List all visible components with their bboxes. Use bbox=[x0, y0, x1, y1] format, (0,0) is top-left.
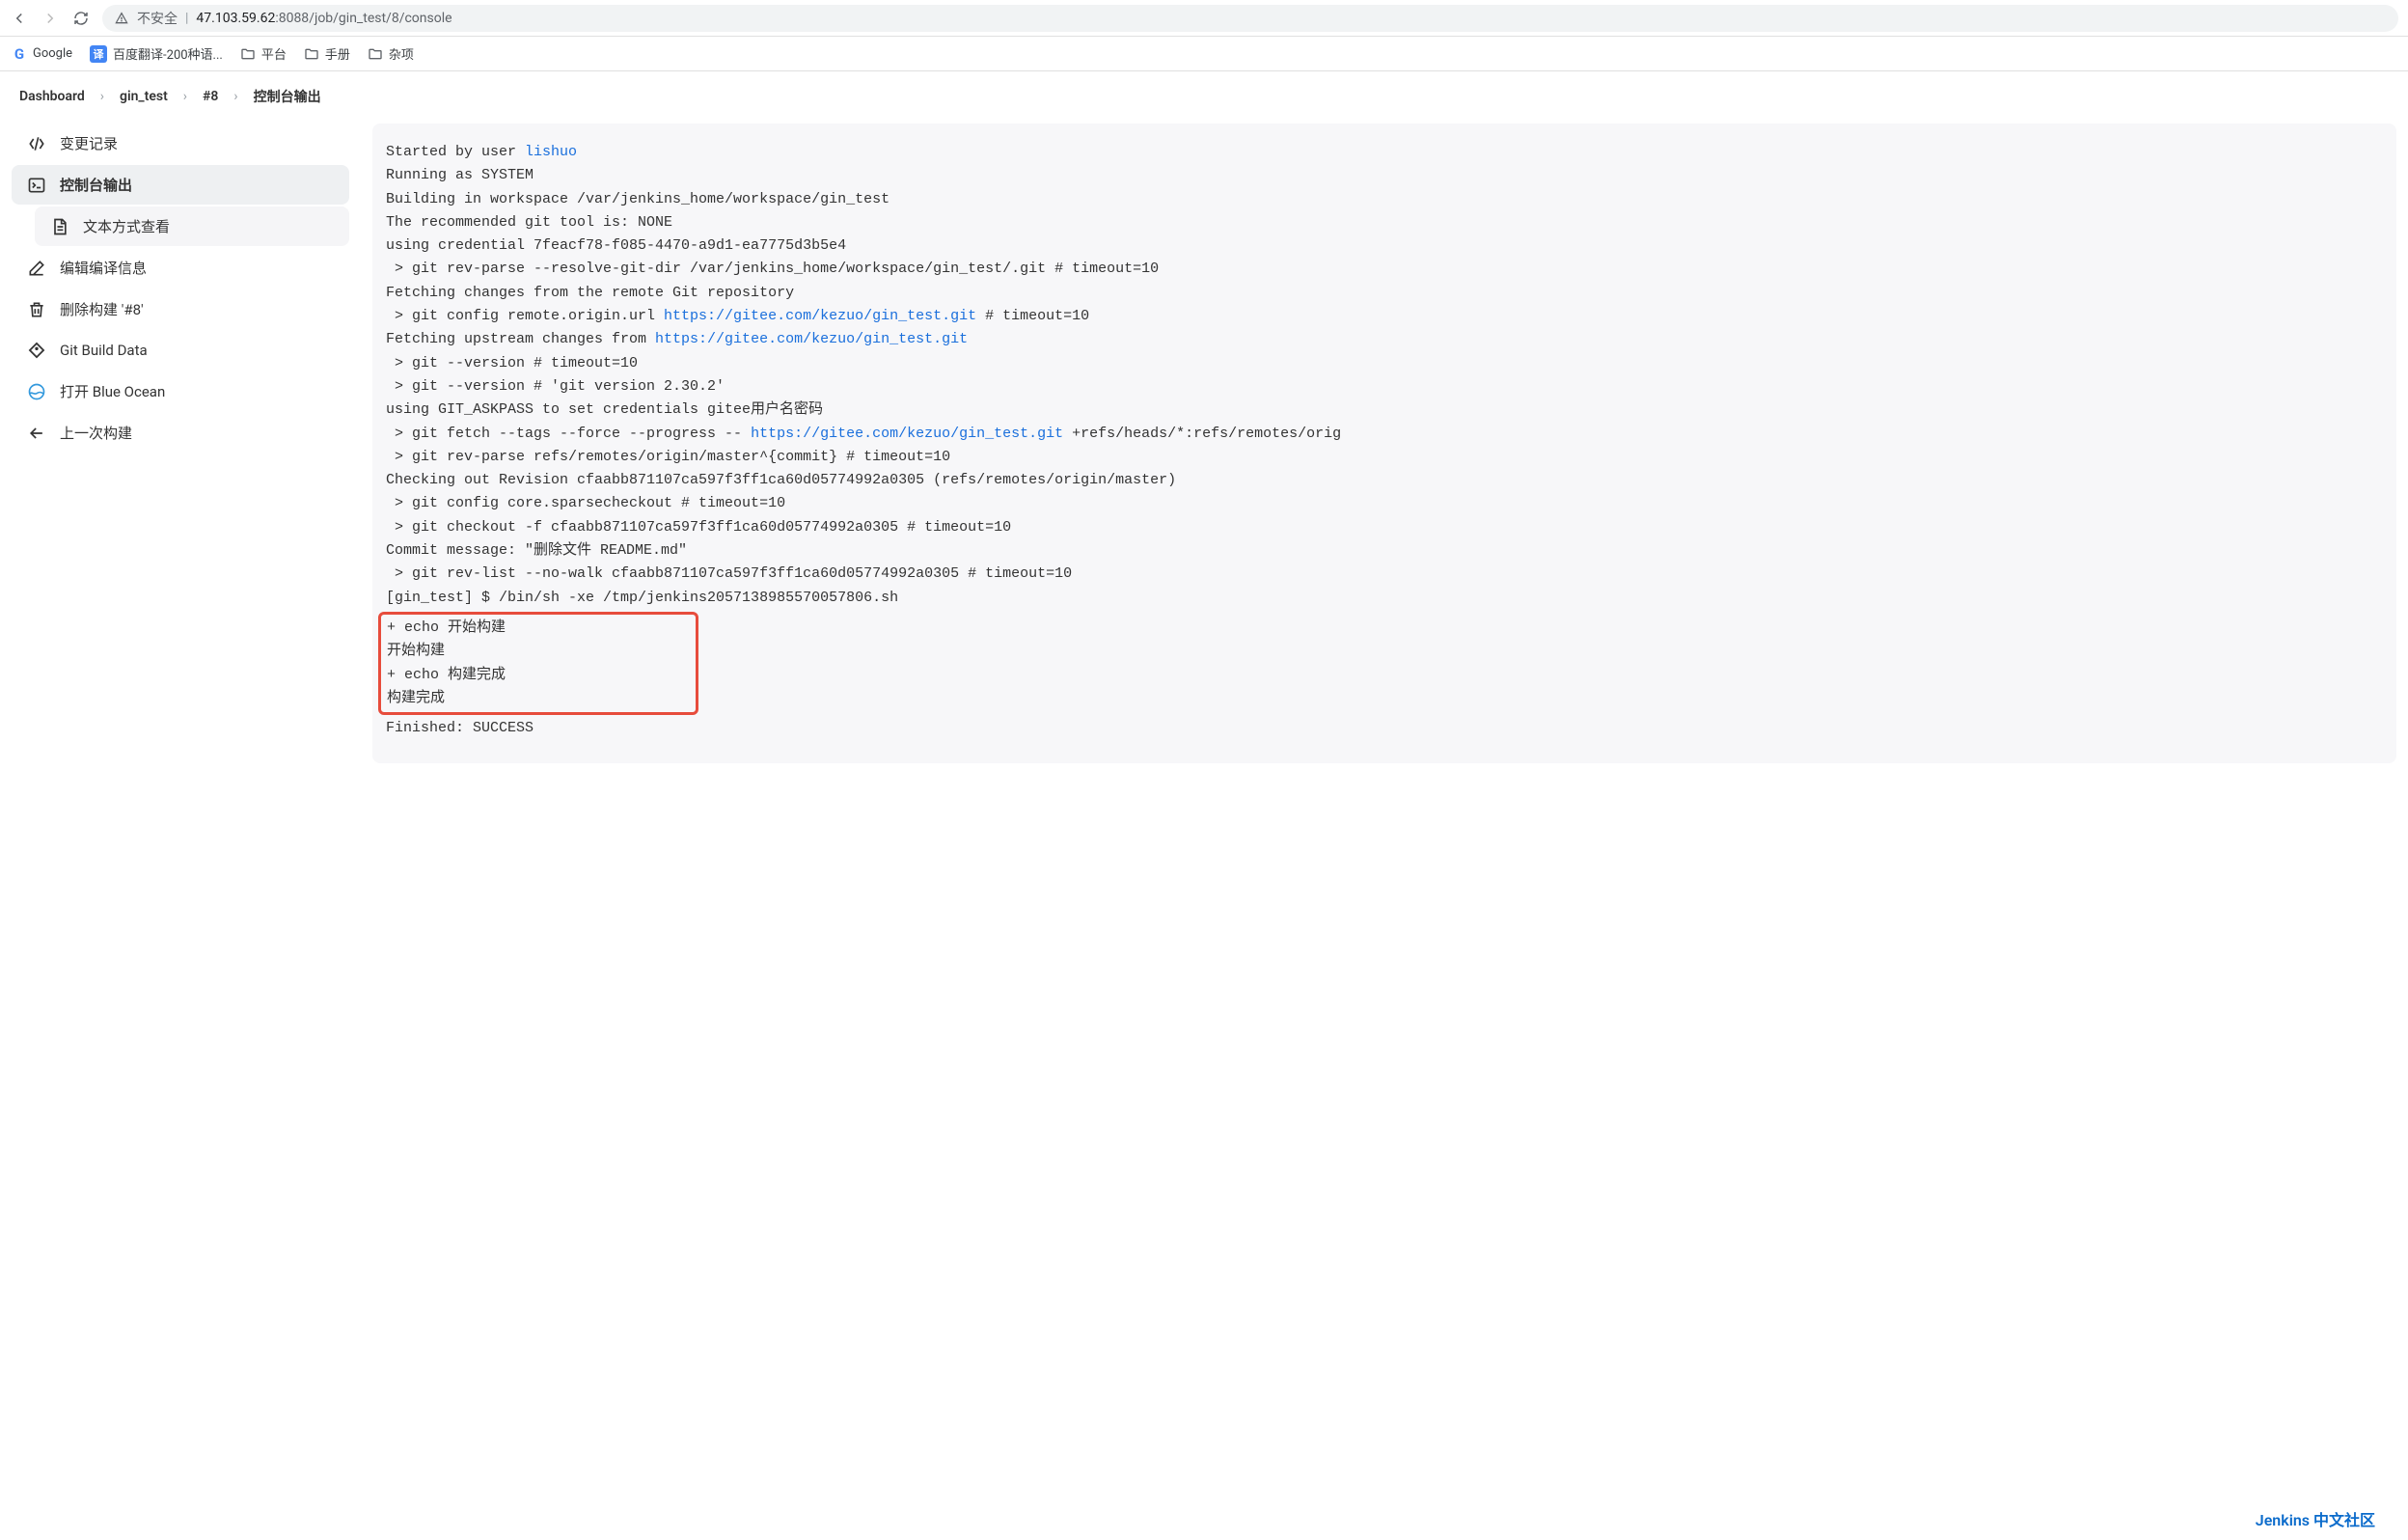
highlighted-output: + echo 开始构建 开始构建 + echo 构建完成 构建完成 bbox=[378, 612, 698, 715]
bookmarks-bar: G Google 译 百度翻译-200种语... 平台 手册 杂项 bbox=[0, 37, 2408, 71]
breadcrumb-build[interactable]: #8 bbox=[195, 85, 226, 108]
google-icon: G bbox=[12, 46, 27, 62]
bookmark-platform[interactable]: 平台 bbox=[240, 44, 287, 63]
insecure-label: 不安全 bbox=[137, 9, 178, 28]
user-link[interactable]: lishuo bbox=[525, 144, 577, 160]
git-icon bbox=[27, 341, 46, 360]
console-output[interactable]: Started by user lishuo Running as SYSTEM… bbox=[372, 141, 2396, 740]
sidebar-item-label: 上一次构建 bbox=[60, 423, 132, 443]
back-nav-icon[interactable] bbox=[10, 9, 29, 28]
sidebar-item-edit-build[interactable]: 编辑编译信息 bbox=[12, 248, 349, 288]
document-icon bbox=[50, 217, 69, 236]
insecure-icon bbox=[114, 11, 129, 26]
bookmark-google[interactable]: G Google bbox=[12, 46, 72, 62]
address-bar[interactable]: 不安全 | 47.103.59.62:8088/job/gin_test/8/c… bbox=[102, 5, 2398, 32]
sidebar-item-label: 控制台输出 bbox=[60, 175, 132, 195]
sidebar-item-git-data[interactable]: Git Build Data bbox=[12, 331, 349, 370]
repo-link[interactable]: https://gitee.com/kezuo/gin_test.git bbox=[655, 331, 968, 347]
blue-ocean-icon bbox=[27, 382, 46, 401]
repo-link[interactable]: https://gitee.com/kezuo/gin_test.git bbox=[751, 426, 1063, 442]
edit-icon bbox=[27, 259, 46, 278]
translate-icon: 译 bbox=[90, 45, 107, 63]
sidebar-item-console[interactable]: 控制台输出 bbox=[12, 165, 349, 205]
chevron-right-icon: › bbox=[230, 89, 241, 104]
bookmark-misc[interactable]: 杂项 bbox=[368, 44, 414, 63]
bookmark-translate[interactable]: 译 百度翻译-200种语... bbox=[90, 44, 223, 63]
url-separator: | bbox=[185, 11, 188, 26]
sidebar: 变更记录 控制台输出 文本方式查看 编辑编译信息 删除构建 '#8' Git B… bbox=[12, 124, 349, 454]
console-icon bbox=[27, 176, 46, 195]
sidebar-item-label: 打开 Blue Ocean bbox=[60, 381, 165, 401]
arrow-left-icon bbox=[27, 424, 46, 443]
bookmark-manual[interactable]: 手册 bbox=[304, 44, 350, 63]
sidebar-item-label: 变更记录 bbox=[60, 133, 118, 153]
forward-nav-icon[interactable] bbox=[41, 9, 60, 28]
folder-icon bbox=[368, 46, 383, 62]
changes-icon bbox=[27, 134, 46, 153]
breadcrumb: Dashboard › gin_test › #8 › 控制台输出 bbox=[0, 71, 2408, 124]
breadcrumb-job[interactable]: gin_test bbox=[112, 85, 176, 108]
folder-icon bbox=[304, 46, 319, 62]
breadcrumb-dashboard[interactable]: Dashboard bbox=[12, 85, 93, 108]
footer-link[interactable]: Jenkins 中文社区 bbox=[2256, 1507, 2375, 1530]
url-text: 47.103.59.62:8088/job/gin_test/8/console bbox=[196, 11, 452, 26]
folder-icon bbox=[240, 46, 256, 62]
browser-toolbar: 不安全 | 47.103.59.62:8088/job/gin_test/8/c… bbox=[0, 0, 2408, 37]
breadcrumb-console[interactable]: 控制台输出 bbox=[246, 83, 329, 110]
sidebar-item-changes[interactable]: 变更记录 bbox=[12, 124, 349, 163]
sidebar-item-plaintext[interactable]: 文本方式查看 bbox=[35, 206, 349, 246]
chevron-right-icon: › bbox=[96, 89, 108, 104]
sidebar-item-previous-build[interactable]: 上一次构建 bbox=[12, 413, 349, 453]
console-output-panel: Started by user lishuo Running as SYSTEM… bbox=[372, 124, 2396, 763]
reload-icon[interactable] bbox=[71, 9, 91, 28]
sidebar-item-blue-ocean[interactable]: 打开 Blue Ocean bbox=[12, 371, 349, 411]
trash-icon bbox=[27, 300, 46, 319]
sidebar-item-label: 删除构建 '#8' bbox=[60, 299, 144, 319]
sidebar-item-label: 文本方式查看 bbox=[83, 216, 170, 236]
sidebar-item-label: 编辑编译信息 bbox=[60, 258, 147, 278]
sidebar-item-label: Git Build Data bbox=[60, 342, 148, 359]
repo-link[interactable]: https://gitee.com/kezuo/gin_test.git bbox=[664, 308, 976, 324]
sidebar-item-delete-build[interactable]: 删除构建 '#8' bbox=[12, 289, 349, 329]
chevron-right-icon: › bbox=[179, 89, 191, 104]
